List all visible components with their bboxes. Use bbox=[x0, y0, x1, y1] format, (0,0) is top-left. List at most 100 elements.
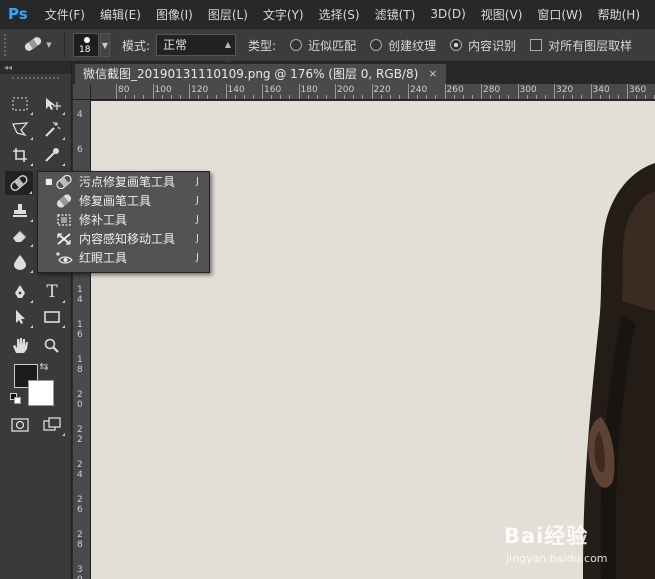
menu-select[interactable]: 选择(S) bbox=[319, 6, 360, 23]
tool-eraser[interactable] bbox=[6, 224, 34, 248]
ruler-tick-label: 200 bbox=[337, 85, 355, 95]
menu-view[interactable]: 视图(V) bbox=[481, 6, 523, 23]
mode-select[interactable]: 正常 ▲▼ bbox=[156, 34, 237, 69]
ruler-tick bbox=[517, 84, 519, 99]
ruler-minor-tick bbox=[453, 95, 455, 99]
ruler-tick-label: 240 bbox=[410, 85, 428, 95]
menu-edit[interactable]: 编辑(E) bbox=[100, 6, 141, 23]
ruler-tick-label: 300 bbox=[519, 85, 537, 95]
tool-crop[interactable] bbox=[6, 143, 34, 167]
tool-zoom[interactable] bbox=[38, 334, 66, 358]
type-content-aware-radio[interactable] bbox=[450, 39, 463, 51]
ruler-minor-tick bbox=[380, 95, 382, 99]
menu-image[interactable]: 图像(I) bbox=[156, 6, 193, 23]
ruler-tick-label: 2 6 bbox=[77, 495, 83, 515]
mode-label: 模式: bbox=[122, 38, 151, 53]
default-colors-button[interactable] bbox=[8, 392, 24, 406]
ruler-minor-tick bbox=[617, 95, 619, 99]
ruler-minor-tick bbox=[207, 95, 209, 99]
brush-dropdown-button[interactable]: ▼ bbox=[100, 33, 110, 57]
tool-clone-stamp[interactable] bbox=[6, 199, 34, 223]
ruler-minor-tick bbox=[417, 95, 419, 99]
tool-preset-picker[interactable]: ▼ bbox=[20, 34, 54, 56]
flyout-item-patch[interactable]: 修补工具 J bbox=[38, 210, 209, 229]
panel-grip[interactable] bbox=[12, 77, 59, 83]
sample-all-layers-checkbox[interactable] bbox=[530, 39, 543, 51]
ruler-tick-label: 280 bbox=[483, 85, 501, 95]
menu-filter[interactable]: 滤镜(T) bbox=[375, 6, 416, 23]
flyout-shortcut: J bbox=[196, 195, 199, 206]
type-create-texture-radio[interactable] bbox=[370, 39, 383, 51]
document-tab-bar: 微信截图_20190131110109.png @ 176% (图层 0, RG… bbox=[73, 62, 655, 84]
ruler-tick bbox=[152, 84, 154, 99]
type-icon: T bbox=[46, 282, 58, 302]
flyout-item-label: 修补工具 bbox=[79, 213, 128, 227]
tool-rectangle[interactable] bbox=[38, 305, 66, 329]
options-bar: ▼ 18 ▼ 模式: 正常 ▲▼ 类型: 近似匹配 创建纹理 内容识别 对所有图… bbox=[0, 28, 655, 69]
ruler-tick-label: 80 bbox=[118, 85, 130, 95]
menu-file[interactable]: 文件(F) bbox=[45, 6, 85, 23]
flyout-item-label: 修复画笔工具 bbox=[79, 194, 152, 208]
ruler-minor-tick bbox=[499, 95, 501, 99]
divider bbox=[64, 33, 65, 57]
flyout-item-label: 内容感知移动工具 bbox=[79, 232, 176, 246]
tool-magic-wand[interactable] bbox=[38, 117, 66, 141]
ruler-minor-tick bbox=[280, 95, 282, 99]
crop-icon bbox=[12, 147, 28, 163]
ruler-minor-tick bbox=[362, 95, 364, 99]
tool-lasso[interactable] bbox=[6, 117, 34, 141]
watermark-url: jingyan.baidu.com bbox=[506, 552, 608, 565]
type-proximity-match-radio[interactable] bbox=[290, 39, 303, 51]
flyout-item-healing-brush[interactable]: 修复画笔工具 J bbox=[38, 191, 209, 210]
watermark-brand: Bai经验 bbox=[504, 524, 589, 548]
brush-preset-picker[interactable]: 18 bbox=[73, 33, 99, 57]
close-icon[interactable]: × bbox=[428, 64, 437, 84]
type-create-texture-label[interactable]: 创建纹理 bbox=[388, 37, 436, 54]
document-title: 微信截图_20190131110109.png @ 176% (图层 0, RG… bbox=[83, 67, 419, 81]
flyout-item-spot-healing[interactable]: ■ 污点修复画笔工具 J bbox=[38, 172, 209, 191]
ruler-origin[interactable] bbox=[73, 84, 91, 100]
tool-quick-mask[interactable] bbox=[6, 413, 34, 437]
panel-collapse[interactable]: ◂◂ bbox=[0, 62, 71, 74]
tool-hand[interactable] bbox=[6, 334, 34, 358]
pen-icon bbox=[12, 284, 28, 300]
tool-marquee[interactable] bbox=[6, 92, 34, 116]
tool-blur[interactable] bbox=[6, 250, 34, 274]
menu-help[interactable]: 帮助(H) bbox=[598, 6, 640, 23]
blur-icon bbox=[12, 254, 28, 270]
flyout-item-content-aware-move[interactable]: 内容感知移动工具 J bbox=[38, 229, 209, 248]
tool-pen[interactable] bbox=[6, 280, 34, 304]
swap-arrows-icon: ⇆ bbox=[39, 359, 49, 373]
type-proximity-match-label[interactable]: 近似匹配 bbox=[308, 37, 356, 54]
tool-type[interactable]: T bbox=[38, 280, 66, 304]
type-label: 类型: bbox=[248, 38, 277, 53]
tool-eyedropper[interactable] bbox=[38, 143, 66, 167]
ruler-minor-tick bbox=[490, 95, 492, 99]
ruler-tick-label: 320 bbox=[556, 85, 574, 95]
type-content-aware-label[interactable]: 内容识别 bbox=[468, 37, 516, 54]
document-tab[interactable]: 微信截图_20190131110109.png @ 176% (图层 0, RG… bbox=[75, 64, 446, 84]
ruler-tick-label: 340 bbox=[592, 85, 610, 95]
options-grip[interactable] bbox=[4, 34, 12, 56]
ruler-tick bbox=[298, 84, 300, 99]
flyout-item-red-eye[interactable]: 红眼工具 J bbox=[38, 248, 209, 267]
tool-screen-mode[interactable] bbox=[38, 413, 66, 437]
ruler-tick-label: 100 bbox=[154, 85, 172, 95]
ruler-horizontal[interactable]: 80 100 120 140 160 180 200 220 240 260 280 300 320 34… bbox=[91, 84, 655, 100]
menu-layer[interactable]: 图层(L) bbox=[208, 6, 248, 23]
ruler-minor-tick bbox=[572, 95, 574, 99]
menu-type[interactable]: 文字(Y) bbox=[263, 6, 304, 23]
ruler-minor-tick bbox=[599, 95, 601, 99]
ruler-minor-tick bbox=[161, 95, 163, 99]
sample-all-layers-label[interactable]: 对所有图层取样 bbox=[548, 37, 632, 54]
tool-spot-healing[interactable] bbox=[5, 171, 33, 195]
background-color-swatch[interactable] bbox=[28, 380, 54, 406]
menu-3d[interactable]: 3D(D) bbox=[430, 7, 465, 21]
ruler-minor-tick bbox=[526, 95, 528, 99]
menu-window[interactable]: 窗口(W) bbox=[537, 6, 582, 23]
tool-path-selection[interactable] bbox=[6, 305, 34, 329]
ruler-minor-tick bbox=[471, 95, 473, 99]
ruler-minor-tick bbox=[563, 95, 565, 99]
tool-move[interactable] bbox=[38, 92, 66, 116]
hand-icon bbox=[11, 337, 29, 355]
